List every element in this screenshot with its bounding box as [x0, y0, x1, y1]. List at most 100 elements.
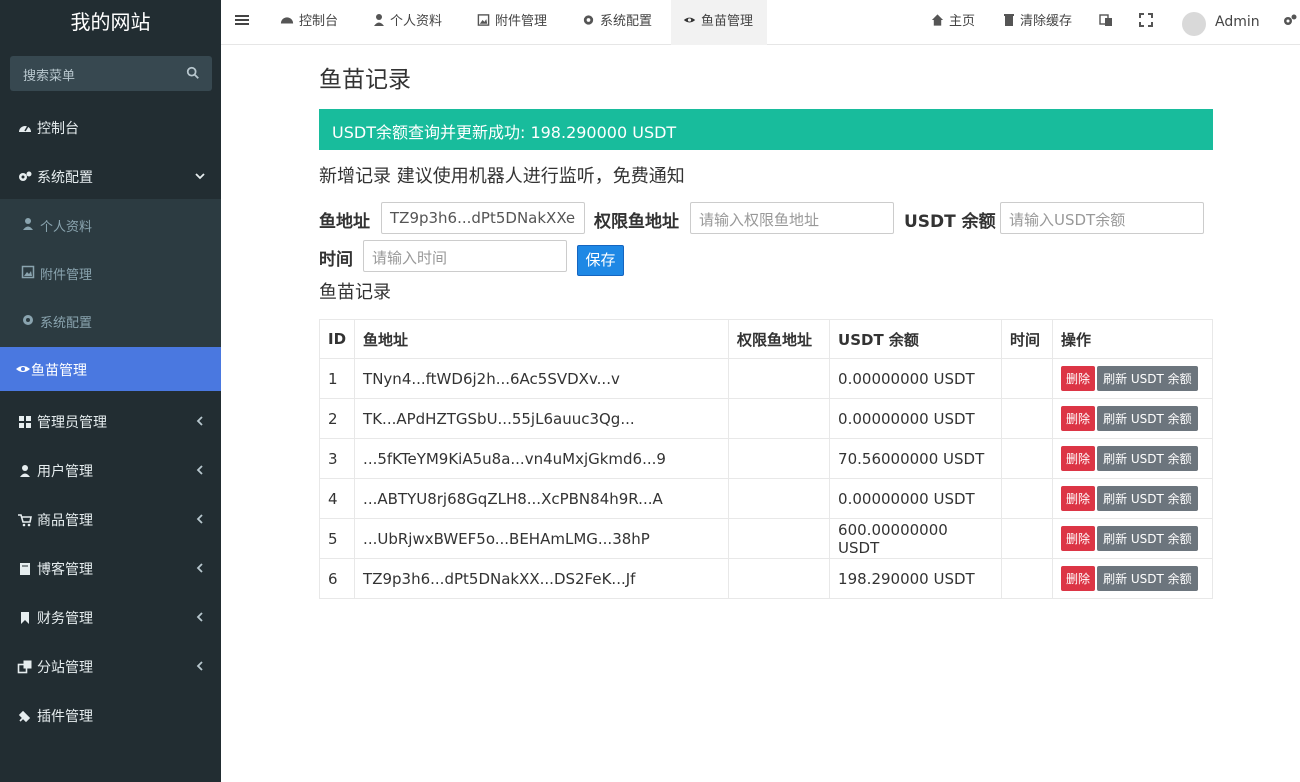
sidebar-item-fish-management[interactable]: 鱼苗管理	[0, 347, 221, 391]
fullscreen-button[interactable]	[1139, 0, 1158, 45]
delete-button[interactable]: 删除	[1061, 486, 1096, 511]
clear-cache-label: 清除缓存	[1020, 14, 1073, 29]
brand-title[interactable]: 我的网站	[0, 0, 221, 45]
sidebar-item-product-management[interactable]: 商品管理	[0, 498, 221, 542]
user-menu[interactable]: Admin	[1215, 0, 1260, 45]
submenu-item-label: 系统配置	[40, 316, 93, 331]
page-title: 鱼苗记录	[319, 67, 411, 93]
delete-button[interactable]: 删除	[1061, 406, 1096, 431]
refresh-balance-button[interactable]: 刷新 USDT 余额	[1097, 406, 1198, 431]
perm-addr-input[interactable]: 请输入权限鱼地址	[690, 202, 894, 234]
hamburger-icon[interactable]	[235, 13, 249, 27]
addr-input[interactable]: TZ9p3h6...dPt5DNakXXe	[381, 202, 585, 234]
cell-id: 2	[318, 398, 356, 439]
cell-actions: 删除 刷新 USDT 余额	[1052, 518, 1213, 559]
tab-fish-management[interactable]: 鱼苗管理	[671, 0, 767, 45]
sidebar-item-label: 鱼苗管理	[31, 363, 87, 379]
usdt-balance-input[interactable]: 请输入USDT余额	[1000, 202, 1204, 234]
user-icon	[20, 465, 30, 477]
sidebar-item-label: 控制台	[37, 121, 79, 137]
usdt-balance-label: USDT 余额	[904, 212, 996, 232]
language-button[interactable]	[1099, 0, 1118, 45]
bookmark-icon	[21, 612, 29, 624]
table-row: 4 ...ABTYU8rj68GqZLH8...XcPBN84h9R...A 0…	[318, 478, 1213, 519]
time-input[interactable]: 请输入时间	[363, 240, 567, 272]
image-file-icon	[477, 14, 490, 26]
sidebar-item-label: 用户管理	[37, 464, 93, 480]
refresh-balance-button[interactable]: 刷新 USDT 余额	[1097, 486, 1198, 511]
tab-attachments[interactable]: 附件管理	[477, 0, 547, 45]
tab-system-config[interactable]: 系统配置	[582, 0, 652, 45]
home-link[interactable]: 主页	[931, 0, 975, 45]
eye-icon	[16, 366, 30, 372]
cell-addr: TNyn4...ftWD6j2h...6Ac5SVDXv...v	[354, 358, 730, 399]
sidebar-item-user-management[interactable]: 用户管理	[0, 449, 221, 493]
settings-button[interactable]	[1282, 0, 1300, 45]
refresh-balance-button[interactable]: 刷新 USDT 余额	[1097, 526, 1198, 551]
submenu-system-config: 个人资料 附件管理 系统配置	[0, 199, 221, 347]
submenu-item-system-config[interactable]: 系统配置	[0, 299, 221, 343]
tab-label: 系统配置	[600, 14, 653, 29]
refresh-balance-button[interactable]: 刷新 USDT 余额	[1097, 566, 1198, 591]
cell-actions: 删除 刷新 USDT 余额	[1052, 358, 1213, 399]
windows-icon	[19, 416, 31, 428]
cell-perm	[728, 558, 831, 599]
sidebar-item-plugin-management[interactable]: 插件管理	[0, 694, 221, 738]
table-row: 3 ...5fKTeYM9KiA5u8a...vn4uMxjGkmd6...9 …	[318, 438, 1213, 479]
eye-icon	[683, 17, 696, 23]
tab-dashboard[interactable]: 控制台	[280, 0, 338, 45]
clear-cache-button[interactable]: 清除缓存	[1003, 0, 1072, 45]
search-icon[interactable]	[186, 66, 200, 80]
cell-id: 4	[318, 478, 356, 519]
menu-search[interactable]: 搜索菜单	[10, 56, 212, 91]
sidebar-item-label: 博客管理	[37, 562, 93, 578]
avatar[interactable]	[1182, 12, 1206, 36]
submenu-item-label: 附件管理	[40, 268, 93, 283]
cogs-icon[interactable]	[1282, 13, 1298, 27]
tab-profile[interactable]: 个人资料	[373, 0, 442, 45]
sidebar-item-label: 插件管理	[37, 709, 93, 725]
cell-balance: 0.00000000 USDT	[829, 398, 1003, 439]
cell-time	[1001, 398, 1054, 439]
cell-perm	[728, 438, 831, 479]
delete-button[interactable]: 删除	[1061, 526, 1096, 551]
delete-button[interactable]: 删除	[1061, 446, 1096, 471]
cell-perm	[728, 398, 831, 439]
tab-label: 鱼苗管理	[701, 14, 754, 29]
cell-actions: 删除 刷新 USDT 余额	[1052, 558, 1213, 599]
sidebar-item-finance-management[interactable]: 财务管理	[0, 596, 221, 640]
delete-button[interactable]: 删除	[1061, 566, 1096, 591]
success-alert: USDT余额查询并更新成功: 198.290000 USDT	[319, 109, 1213, 150]
cell-actions: 删除 刷新 USDT 余额	[1052, 398, 1213, 439]
delete-button[interactable]: 删除	[1061, 366, 1096, 391]
sidebar-toggle[interactable]	[235, 0, 254, 45]
cell-addr: TZ9p3h6...dPt5DNakXX...DS2FeK...Jf	[354, 558, 730, 599]
search-placeholder: 搜索菜单	[23, 69, 76, 84]
cell-balance: 0.00000000 USDT	[829, 478, 1003, 519]
refresh-balance-button[interactable]: 刷新 USDT 余额	[1097, 446, 1198, 471]
language-icon[interactable]	[1099, 13, 1113, 27]
top-navbar: 控制台 个人资料 附件管理 系统配置 鱼苗管理 主页 清除缓存 Admin	[221, 0, 1300, 45]
sidebar-item-system-config[interactable]: 系统配置	[0, 155, 221, 199]
sidebar-item-admin-management[interactable]: 管理员管理	[0, 400, 221, 444]
sidebar-item-substation-management[interactable]: 分站管理	[0, 645, 221, 689]
table-row: 1 TNyn4...ftWD6j2h...6Ac5SVDXv...v 0.000…	[318, 358, 1213, 399]
chevron-left-icon	[196, 514, 203, 524]
sidebar-item-blog-management[interactable]: 博客管理	[0, 547, 221, 591]
sidebar-item-label: 分站管理	[37, 660, 93, 676]
plug-icon	[18, 710, 31, 723]
cell-perm	[728, 478, 831, 519]
table-row: 6 TZ9p3h6...dPt5DNakXX...DS2FeK...Jf 198…	[318, 558, 1213, 599]
cell-time	[1001, 438, 1054, 479]
sidebar-item-dashboard[interactable]: 控制台	[0, 106, 221, 150]
expand-icon[interactable]	[1139, 13, 1153, 27]
submenu-item-attachments[interactable]: 附件管理	[0, 251, 221, 295]
refresh-balance-button[interactable]: 刷新 USDT 余额	[1097, 366, 1198, 391]
cell-balance: 600.00000000 USDT	[829, 518, 1003, 559]
submenu-item-profile[interactable]: 个人资料	[0, 203, 221, 247]
dashboard-icon	[280, 17, 294, 24]
cell-perm	[728, 518, 831, 559]
table-row: 5 ...UbRjwxBWEF5o...BEHAmLMG...38hP 600.…	[318, 518, 1213, 559]
save-button[interactable]: 保存	[577, 245, 624, 276]
tab-label: 控制台	[299, 14, 339, 29]
